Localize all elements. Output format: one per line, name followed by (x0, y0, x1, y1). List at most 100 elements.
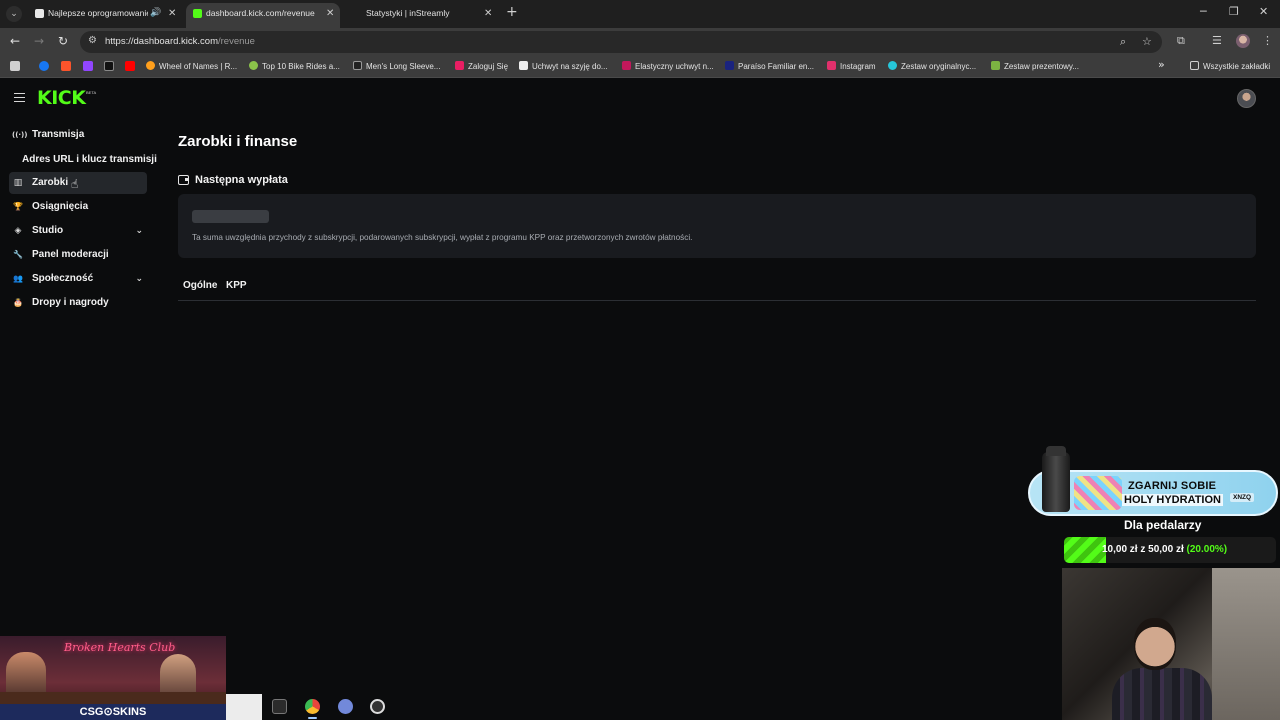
chevron-down-icon[interactable]: ⌄ (135, 220, 143, 242)
bookmark-favicon (353, 61, 362, 70)
webcam-person-head (1134, 618, 1176, 670)
donation-goal-fill (1064, 537, 1107, 563)
sidebar-item-dropy-i-nagrody[interactable]: 🎂 Dropy i nagrody (9, 292, 147, 314)
bookmark-zestaw-prezentowy[interactable]: Zestaw prezentowy... (991, 60, 1079, 74)
tab-instreamly[interactable]: Statystyki | inStreamly ✕ (344, 3, 498, 28)
back-icon[interactable]: ← (10, 34, 20, 48)
terminal-icon[interactable] (272, 699, 287, 714)
media-controls-icon[interactable]: ☰ (1212, 34, 1222, 47)
site-info-icon[interactable]: ⚙ (88, 35, 97, 46)
speaker-icon[interactable]: 🔊 (150, 3, 161, 24)
goal-percent: (20.00%) (1186, 544, 1228, 555)
bookmark-mens-long-sleeve[interactable]: Men's Long Sleeve... (353, 60, 440, 74)
all-bookmarks-label: Wszystkie zakładki (1203, 62, 1271, 71)
donation-goal-bar: 10,00 zł z 50,00 zł (20.00%) (1064, 537, 1276, 563)
tab-search-button[interactable]: ⌄ (6, 6, 22, 22)
sponsor-neon-sign: Broken Hearts Club (64, 641, 176, 654)
bookmark-top-10-bike-rides[interactable]: Top 10 Bike Rides a... (249, 60, 340, 74)
bookmark-wheel-of-names[interactable]: Wheel of Names | R... (146, 60, 237, 74)
webcam-background-door (1212, 568, 1280, 720)
bookmark-elastyczny-uchwyt[interactable]: Elastyczny uchwyt n... (622, 60, 714, 74)
bookmark-label: Paraíso Familiar en... (738, 62, 815, 71)
payout-description: Ta suma uwzględnia przychody z subskrypc… (192, 233, 693, 242)
goal-target: 50,00 zł (1148, 544, 1184, 555)
new-tab-button[interactable]: + (506, 4, 518, 20)
all-bookmarks-button[interactable]: Wszystkie zakładki (1190, 60, 1270, 74)
facebook-icon[interactable] (39, 61, 49, 71)
close-window-icon[interactable]: ✕ (1259, 5, 1268, 18)
hamburger-menu-icon[interactable] (14, 93, 25, 102)
bookmark-favicon (725, 61, 734, 70)
bookmark-zestaw-oryginalnych[interactable]: Zestaw oryginalnyc... (888, 60, 976, 74)
kick-favicon (193, 9, 202, 18)
mouse-pointer-icon: ☝ (71, 177, 79, 191)
tab-najlepsze-oprogramowanie[interactable]: Najlepsze oprogramowanie 🔊 ✕ (28, 3, 182, 28)
chevron-down-icon[interactable]: ⌄ (135, 268, 143, 290)
tab-ogolne[interactable]: Ogólne (183, 280, 217, 291)
apps-icon[interactable] (10, 61, 20, 71)
menu-icon[interactable]: ⋮ (1262, 34, 1273, 47)
x-icon[interactable] (104, 61, 114, 71)
minimize-icon[interactable]: ─ (1200, 5, 1207, 18)
bookmarks-bar: Wheel of Names | R... Top 10 Bike Rides … (0, 56, 1280, 78)
bookmark-label: Instagram (840, 62, 876, 71)
bookmark-label: Zaloguj Się (468, 62, 509, 71)
more-bookmarks-chevron-icon[interactable]: » (1158, 58, 1165, 72)
bookmark-paraiso-familiar[interactable]: Paraíso Familiar en... (725, 60, 814, 74)
sponsor-overlay: Broken Hearts Club CSG⊙SKINS (0, 636, 226, 720)
tabs-divider (178, 300, 1256, 301)
bookmark-favicon (249, 61, 258, 70)
tab-kpp[interactable]: KPP (226, 280, 247, 291)
sidebar-item-panel-moderacji[interactable]: 🔧 Panel moderacji (9, 244, 147, 266)
bookmark-zaloguj-sie[interactable]: Zaloguj Się (455, 60, 508, 74)
extensions-icon[interactable]: ⧉ (1177, 34, 1185, 48)
twitch-icon[interactable] (83, 61, 93, 71)
promo-artwork (1074, 476, 1122, 510)
sidebar-item-label: Dropy i nagrody (32, 297, 109, 308)
folder-icon (1190, 61, 1199, 70)
bookmark-label: Wheel of Names | R... (159, 62, 238, 71)
brave-icon[interactable] (61, 61, 71, 71)
url-host: https://dashboard.kick.com (105, 36, 218, 47)
bookmark-star-icon[interactable]: ☆ (1142, 35, 1152, 48)
zoom-icon[interactable]: ⌕ (1120, 35, 1126, 49)
page-title: Zarobki i finanse (178, 133, 298, 150)
youtube-icon[interactable] (125, 61, 135, 71)
sidebar-item-label: Panel moderacji (32, 249, 109, 260)
reload-icon[interactable]: ↻ (58, 34, 68, 48)
donation-goal-title: Dla pedalarzy (1124, 518, 1202, 532)
bookmark-instagram[interactable]: Instagram (827, 60, 876, 74)
chrome-icon[interactable] (305, 699, 320, 719)
sidebar-item-label: Studio (32, 225, 64, 236)
user-avatar[interactable] (1237, 89, 1256, 108)
bookmark-favicon (146, 61, 155, 70)
sidebar-item-label: Osiągnięcia (32, 201, 89, 212)
address-bar[interactable]: ⚙ https://dashboard.kick.com/revenue ⌕ ☆ (80, 31, 1162, 53)
bookmark-label: Men's Long Sleeve... (366, 62, 441, 71)
close-icon[interactable]: ✕ (326, 3, 334, 24)
sidebar-subitem-stream-url-key[interactable]: Adres URL i klucz transmisji (22, 154, 157, 165)
goal-separator: z (1140, 544, 1146, 555)
profile-avatar[interactable] (1236, 34, 1250, 48)
close-icon[interactable]: ✕ (484, 3, 492, 24)
forward-icon[interactable]: → (34, 34, 44, 48)
wallet-icon (178, 175, 189, 185)
sponsor-logo: CSG⊙SKINS (0, 704, 226, 720)
sidebar-item-studio[interactable]: ◈ Studio ⌄ (9, 220, 147, 242)
sidebar-item-osiagniecia[interactable]: 🏆 Osiągnięcia (9, 196, 147, 218)
goal-current: 10,00 zł (1102, 544, 1138, 555)
discord-icon[interactable] (338, 699, 353, 714)
next-payout-card: Ta suma uwzględnia przychody z subskrypc… (178, 194, 1256, 258)
kick-logo[interactable]: KICK (37, 87, 86, 109)
sidebar-item-transmisja[interactable]: ((·)) Transmisja (9, 124, 147, 146)
webcam-feed (1062, 568, 1280, 720)
bookmark-favicon (888, 61, 897, 70)
bookmark-uchwyt-na-szyje[interactable]: Uchwyt na szyję do... (519, 60, 608, 74)
obs-icon[interactable] (370, 699, 385, 714)
tab-title: Statystyki | inStreamly (366, 8, 450, 18)
restore-icon[interactable]: ❐ (1229, 5, 1239, 18)
tab-dashboard-kick[interactable]: dashboard.kick.com/revenue ✕ (186, 3, 340, 28)
taskbar-search-box[interactable] (226, 694, 262, 720)
close-icon[interactable]: ✕ (168, 3, 176, 24)
sidebar-item-spolecznosc[interactable]: 👥 Społeczność ⌄ (9, 268, 147, 290)
